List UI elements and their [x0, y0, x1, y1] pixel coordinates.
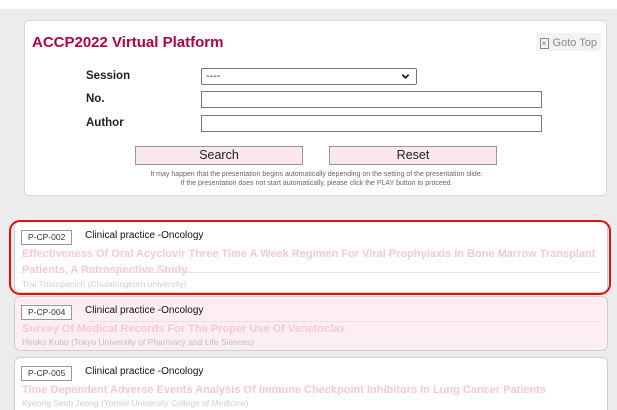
author-input[interactable] [201, 115, 542, 132]
result-card[interactable]: P-CP-004 Clinical practice -Oncology Sur… [14, 296, 608, 351]
no-input[interactable] [201, 91, 542, 108]
page-title: ACCP2022 Virtual Platform [32, 34, 224, 51]
reset-button[interactable]: Reset [329, 146, 497, 165]
close-icon: × [539, 37, 549, 49]
session-label: Session [86, 70, 131, 82]
goto-top-label: Goto Top [552, 37, 597, 49]
autoplay-note-line2: If the presentation does not start autom… [180, 180, 453, 187]
session-select-value: ---- [206, 71, 221, 82]
session-select[interactable]: ---- [201, 68, 417, 85]
presentation-author: Kyeong Seob Jeong (Yonsei University Col… [22, 398, 249, 408]
presentation-category: Clinical practice -Oncology [85, 230, 204, 241]
search-button[interactable]: Search [135, 146, 303, 165]
presentation-code: P-CP-005 [21, 366, 73, 381]
top-strip [0, 0, 617, 9]
presentation-author: Trai Thampanich (Chulalongkorn universit… [22, 279, 187, 289]
autoplay-note-line1: It may happen that the presentation begi… [150, 171, 483, 178]
chevron-down-icon [401, 74, 410, 79]
goto-top-button[interactable]: × Goto Top [535, 33, 601, 51]
author-label: Author [86, 117, 124, 129]
result-card[interactable]: P-CP-005 Clinical practice -Oncology Tim… [14, 357, 608, 410]
presentation-code: P-CP-004 [21, 305, 73, 320]
divider [89, 321, 599, 322]
presentation-title[interactable]: Survey Of Medical Records For The Proper… [22, 321, 602, 337]
presentation-author: Hiroko Kubo (Tokyo University of Pharmac… [22, 337, 254, 347]
presentation-code: P-CP-002 [21, 230, 73, 245]
presentation-category: Clinical practice -Oncology [85, 366, 204, 377]
divider [89, 272, 599, 273]
presentation-title[interactable]: Effectiveness Of Oral Acyclovir Three Ti… [22, 246, 602, 278]
result-card[interactable]: P-CP-002 Clinical practice -Oncology Eff… [14, 221, 608, 293]
presentation-title[interactable]: Time Dependent Adverse Events Analysis O… [22, 382, 602, 398]
search-panel: ACCP2022 Virtual Platform × Goto Top Ses… [24, 20, 607, 196]
no-label: No. [86, 93, 105, 105]
presentation-category: Clinical practice -Oncology [85, 305, 204, 316]
